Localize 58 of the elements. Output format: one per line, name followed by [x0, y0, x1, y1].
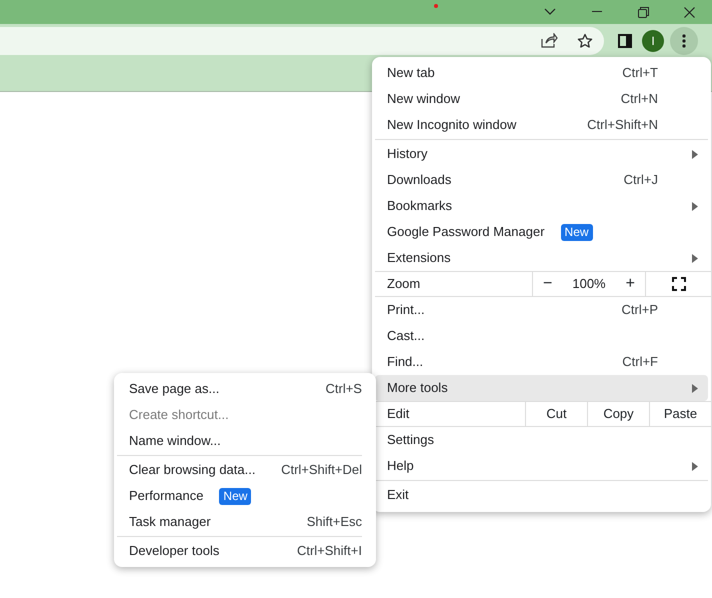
- shortcut-label: Ctrl+T: [622, 64, 658, 82]
- shortcut-label: Ctrl+Shift+Del: [281, 461, 362, 480]
- edit-label: Edit: [386, 405, 410, 424]
- menu-item[interactable]: Bookmarks: [375, 193, 708, 219]
- menu-item[interactable]: Exit: [375, 482, 708, 508]
- close-icon: [684, 6, 694, 18]
- edit-action-button[interactable]: Copy: [587, 402, 649, 426]
- share-icon: [540, 33, 558, 48]
- menu-item[interactable]: Developer tools Ctrl+Shift+I: [117, 538, 362, 564]
- menu-item[interactable]: Print... Ctrl+P: [375, 297, 708, 323]
- shortcut-label: Ctrl+P: [622, 301, 658, 320]
- menu-item[interactable]: Task manager Shift+Esc: [117, 509, 362, 535]
- menu-item[interactable]: Help: [375, 453, 708, 479]
- restore-icon: [638, 6, 648, 18]
- menu-icon: [682, 34, 686, 48]
- chevron-down-icon: [544, 8, 556, 16]
- menu-item[interactable]: History: [375, 141, 708, 167]
- edit-action-button[interactable]: Cut: [525, 402, 587, 426]
- zoom-out-button[interactable]: −: [543, 272, 552, 296]
- menu-item[interactable]: Downloads Ctrl+J: [375, 167, 708, 193]
- menu-item[interactable]: Google Password Manager New: [375, 219, 708, 245]
- new-badge: New: [560, 224, 593, 240]
- menu-item[interactable]: New Incognito window Ctrl+Shift+N: [375, 112, 708, 138]
- profile-avatar[interactable]: I: [642, 30, 664, 52]
- shortcut-label: Ctrl+F: [622, 353, 658, 372]
- submenu-arrow-icon: [692, 462, 698, 470]
- menu-item[interactable]: Performance New: [117, 483, 362, 509]
- submenu-arrow-icon: [692, 384, 698, 392]
- edit-action-button[interactable]: Paste: [649, 402, 711, 426]
- zoom-in-button[interactable]: +: [626, 272, 635, 296]
- menu-button[interactable]: [670, 26, 698, 54]
- shortcut-label: Ctrl+N: [620, 90, 658, 108]
- menu-item[interactable]: More tools: [375, 375, 708, 401]
- submenu-arrow-icon: [692, 202, 698, 210]
- zoom-label: Zoom: [375, 272, 533, 296]
- menu-item[interactable]: New tab Ctrl+T: [375, 60, 708, 86]
- shortcut-label: Ctrl+J: [624, 171, 658, 190]
- shortcut-label: Ctrl+S: [326, 380, 362, 398]
- menu-item[interactable]: Settings: [375, 427, 708, 453]
- zoom-level: 100%: [572, 275, 606, 294]
- fullscreen-icon: [672, 277, 686, 291]
- menu-item[interactable]: New window Ctrl+N: [375, 86, 708, 112]
- menu-item[interactable]: Cast...: [375, 323, 708, 349]
- menu-item[interactable]: Name window...: [117, 428, 362, 454]
- menu-item[interactable]: Extensions: [375, 245, 708, 271]
- star-icon: [577, 32, 593, 48]
- new-badge: New: [219, 488, 252, 504]
- shortcut-label: Shift+Esc: [306, 513, 362, 532]
- shortcut-label: Ctrl+Shift+I: [296, 542, 362, 560]
- menu-item[interactable]: Save page as... Ctrl+S: [117, 376, 362, 402]
- shortcut-label: Ctrl+Shift+N: [587, 116, 658, 134]
- side-panel-icon: [618, 34, 632, 48]
- menu-item[interactable]: Find... Ctrl+F: [375, 349, 708, 375]
- submenu-arrow-icon: [692, 150, 698, 158]
- submenu-arrow-icon: [692, 254, 698, 262]
- notification-dot: [434, 4, 438, 8]
- minimize-icon: [592, 11, 602, 13]
- menu-item[interactable]: Clear browsing data... Ctrl+Shift+Del: [117, 457, 362, 483]
